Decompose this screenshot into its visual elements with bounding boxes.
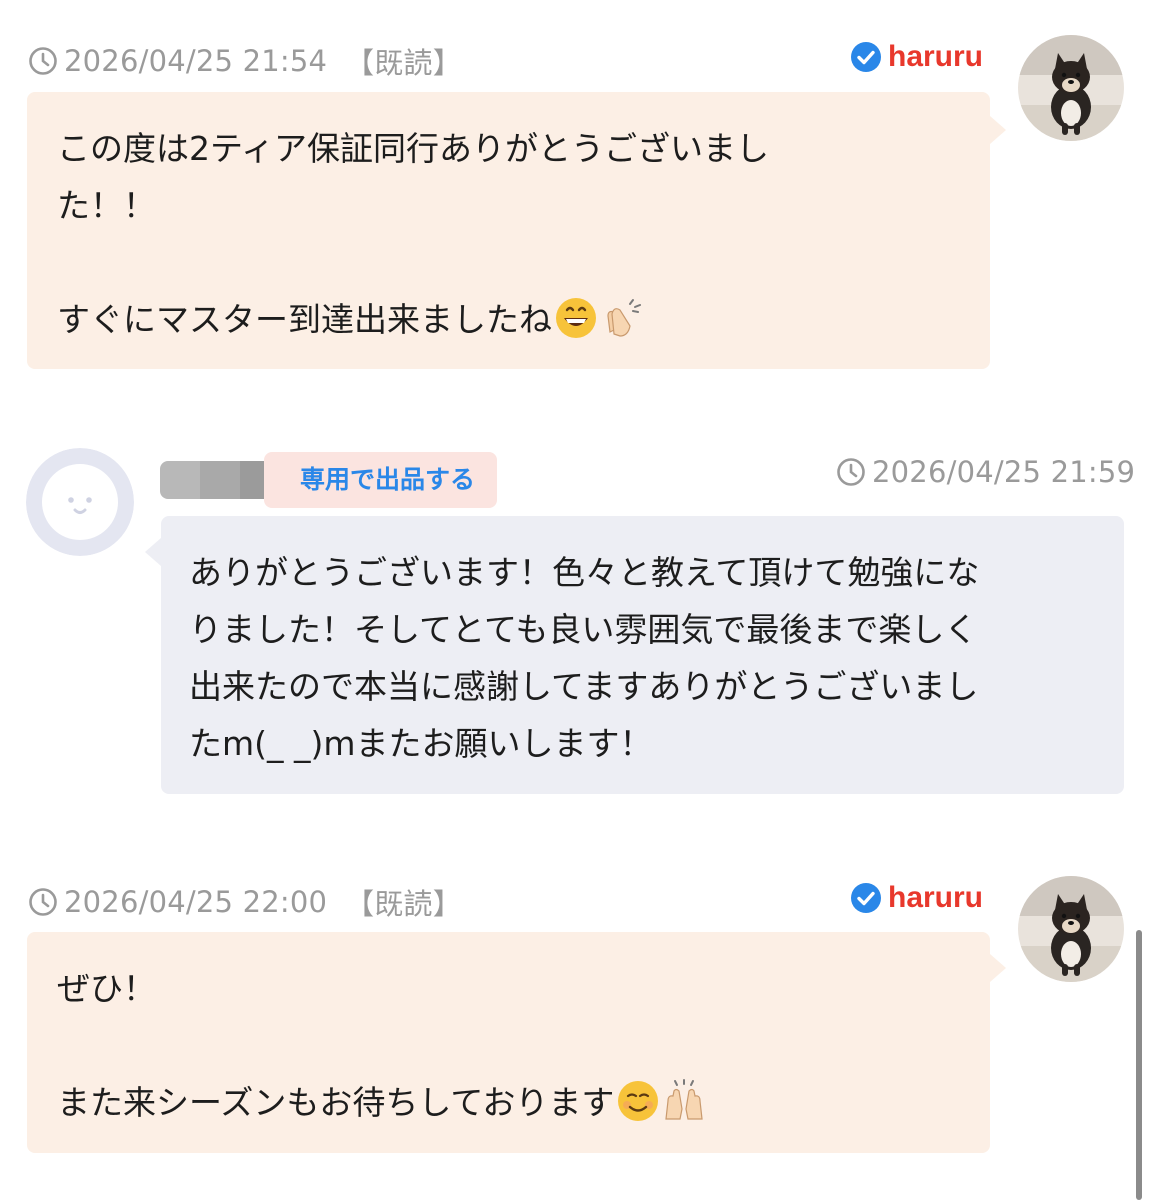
message-line: 出来たので本当に感謝してますありがとうございまし: [189, 667, 979, 706]
verified-badge-icon: [851, 883, 881, 913]
grinning-face-emoji: [556, 297, 596, 338]
message-line: ぜひ！: [57, 969, 156, 1008]
message-meta: 2026/04/25 21:54 【既読】: [28, 40, 462, 82]
read-status: 【既読】: [345, 887, 462, 921]
message-text: すぐにマスター到達出来ましたね: [57, 300, 552, 339]
message-line: りました！そしてとても良い雰囲気で最後まで楽しく: [189, 610, 978, 649]
message-meta: 2026/04/25 21:59: [836, 455, 1135, 489]
dedicated-listing-button[interactable]: 専用で出品する: [264, 452, 498, 508]
seller-name-tag[interactable]: haruru: [850, 881, 983, 915]
message-line-with-emoji: すぐにマスター到達出来ましたね: [57, 291, 960, 348]
message-line: ありがとうございます！色々と教えて頂けて勉強にな: [189, 553, 980, 592]
scrollbar[interactable]: [1136, 930, 1142, 1200]
raising-hands-emoji: [665, 1078, 704, 1120]
dog-photo: [1018, 35, 1124, 141]
clapping-hands-emoji: [607, 298, 641, 337]
message-text: また来シーズンもお待ちしております: [57, 1083, 615, 1122]
seller-username: haruru: [888, 881, 984, 914]
clock-icon: [29, 888, 57, 916]
clock-icon: [837, 458, 865, 486]
bubble-tail: [990, 954, 1006, 982]
message-line: た！！: [57, 186, 156, 225]
default-user-icon: [26, 448, 134, 556]
message-line: この度は2ティア保証同行ありがとうございまし: [57, 129, 770, 168]
smiling-face-emoji: [618, 1080, 659, 1121]
message-timestamp: 2026/04/25 21:54: [64, 44, 328, 78]
blurred-username: [160, 461, 280, 499]
seller-avatar[interactable]: [1018, 35, 1124, 141]
message-bubble: ぜひ！ また来シーズンもお待ちしております: [27, 932, 990, 1153]
message-line-with-emoji: また来シーズンもお待ちしております: [57, 1074, 960, 1131]
message-line: たm(_ _)mまたお願いします！: [189, 724, 653, 763]
message-timestamp: 2026/04/25 21:59: [872, 455, 1136, 489]
seller-name-tag[interactable]: haruru: [850, 40, 983, 74]
bubble-tail: [145, 538, 161, 566]
message-meta: 2026/04/25 22:00 【既読】: [28, 881, 462, 923]
seller-avatar[interactable]: [1018, 876, 1124, 982]
verified-badge-icon: [851, 42, 881, 72]
message-bubble: ありがとうございます！色々と教えて頂けて勉強にな りました！そしてとても良い雰囲…: [161, 516, 1124, 794]
message-timestamp: 2026/04/25 22:00: [64, 885, 328, 919]
buyer-name-row: 専用で出品する: [160, 452, 498, 508]
seller-username: haruru: [888, 40, 984, 73]
read-status: 【既読】: [345, 46, 462, 80]
clock-icon: [29, 47, 57, 75]
bubble-tail: [990, 116, 1006, 144]
message-bubble: この度は2ティア保証同行ありがとうございまし た！！ すぐにマスター到達出来まし…: [27, 92, 990, 369]
buyer-avatar[interactable]: [26, 448, 134, 556]
dog-photo: [1018, 876, 1124, 982]
